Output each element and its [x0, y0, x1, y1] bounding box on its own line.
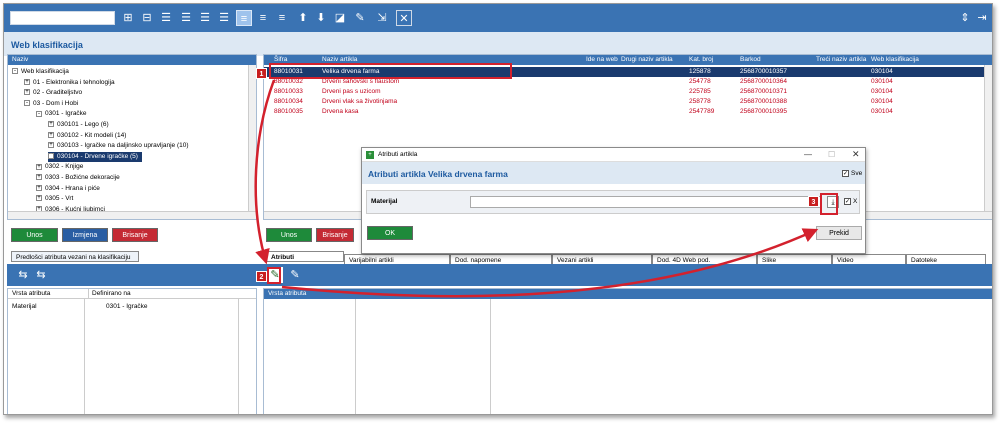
arrow-2 [281, 228, 819, 298]
app-window: ⊞ ⊟ ☰ ☰ ☰ ☰ ≡ ≡ ≡ ⬆ ⬇ ◪ ✎ ⇲ ✕ ⇕ ⇥ Web kl… [3, 3, 993, 415]
arrow-1 [254, 79, 276, 265]
annotation-arrows [254, 79, 819, 298]
